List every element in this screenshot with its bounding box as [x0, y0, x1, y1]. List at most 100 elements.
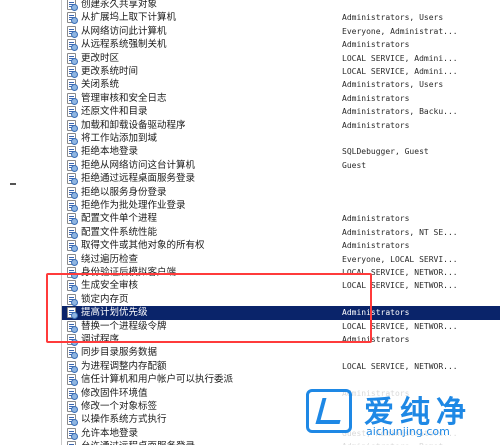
policy-name: 管理审核和安全日志: [81, 92, 167, 104]
user-rights-policy-list: 创建永久共享对象 从扩展坞上取下计算机 Administrators, Users 从…: [62, 0, 500, 445]
policy-row[interactable]: 从扩展坞上取下计算机 Administrators, Users: [62, 11, 500, 25]
security-setting: Everyone, Administrat...: [342, 26, 458, 36]
security-setting: Guest: [342, 160, 367, 170]
policy-name: 拒绝通过远程桌面服务登录: [81, 173, 196, 185]
policy-name: 拒绝以服务身份登录: [81, 186, 167, 198]
policy-name: 允许通过远程桌面服务登录: [81, 440, 195, 445]
policy-icon: [67, 92, 78, 105]
policy-name: 更改系统时间: [81, 66, 139, 77]
security-setting: LOCAL SERVICE, Admini...: [342, 67, 458, 76]
policy-name: 锁定内存页: [81, 293, 129, 305]
policy-name: 配置文件系统性能: [81, 226, 158, 238]
security-setting: Everyone, LOCAL SERVI...: [342, 254, 458, 264]
policy-name: 将工作站添加到域: [81, 133, 158, 144]
policy-icon: [67, 12, 78, 25]
policy-row[interactable]: 替换一个进程级令牌 LOCAL SERVICE, NETWOR...: [62, 320, 500, 333]
security-setting: LOCAL SERVICE, NETWOR...: [342, 321, 458, 331]
policy-row[interactable]: 将工作站添加到域: [62, 132, 500, 145]
security-setting: Administrators, NT SE...: [342, 227, 458, 237]
policy-row[interactable]: 拒绝从网络访问这台计算机 Guest: [62, 159, 500, 172]
policy-icon: [67, 133, 78, 145]
security-setting: Administrators, Backu...: [342, 107, 458, 117]
policy-icon: [67, 66, 78, 78]
policy-row[interactable]: 同步目录服务数据: [62, 346, 500, 360]
policy-name: 身份验证后模拟客户端: [81, 267, 177, 278]
policy-row[interactable]: 生成安全审核 LOCAL SERVICE, NETWOR...: [62, 279, 500, 293]
policy-name: 允许本地登录: [81, 427, 139, 439]
policy-row[interactable]: 拒绝本地登录 SQLDebugger, Guest: [62, 145, 500, 159]
policy-icon: [67, 360, 78, 373]
policy-icon: [67, 213, 78, 226]
policy-name: 提高计划优先级: [81, 307, 148, 319]
policy-row[interactable]: 管理审核和安全日志 Administrators: [62, 92, 500, 105]
policy-icon: [67, 173, 78, 186]
policy-row[interactable]: 绕过遍历检查 Everyone, LOCAL SERVI...: [62, 253, 500, 266]
security-setting: Administrators: [342, 93, 410, 103]
policy-icon: [67, 387, 78, 400]
policy-name: 拒绝作为批处理作业登录: [81, 200, 186, 211]
policy-icon: [67, 106, 78, 119]
policy-icon: [67, 401, 78, 413]
policy-row[interactable]: 调试程序 Administrators: [62, 333, 500, 346]
policy-icon: [67, 267, 78, 279]
policy-row[interactable]: 拒绝以服务身份登录: [62, 186, 500, 199]
policy-row[interactable]: 为进程调整内存配额 LOCAL SERVICE, NETWOR...: [62, 360, 500, 373]
policy-row[interactable]: 从远程系统强制关机 Administrators: [62, 38, 500, 52]
policy-row[interactable]: 身份验证后模拟客户端 LOCAL SERVICE, NETWOR...: [62, 266, 500, 279]
security-setting: Administrators: [342, 308, 410, 318]
policy-name: 从远程系统强制关机: [81, 39, 167, 51]
policy-row[interactable]: 更改时区 LOCAL SERVICE, Admini...: [62, 52, 500, 65]
security-setting: Administrators: [342, 335, 410, 344]
policy-icon: [67, 427, 78, 440]
policy-icon: [67, 347, 78, 360]
security-setting: LOCAL SERVICE, NETWOR...: [342, 268, 458, 277]
policy-row[interactable]: 创建永久共享对象: [62, 0, 500, 11]
policy-name: 修改固件环境值: [81, 387, 148, 399]
policy-name: 同步目录服务数据: [81, 347, 158, 359]
policy-name: 关闭系统: [81, 79, 120, 91]
policy-icon: [67, 414, 78, 427]
policy-icon: [67, 253, 78, 266]
policy-name: 从网络访问此计算机: [81, 25, 167, 37]
policy-row[interactable]: 锁定内存页: [62, 293, 500, 306]
policy-name: 修改一个对象标签: [81, 401, 158, 412]
policy-icon: [67, 79, 78, 92]
policy-row[interactable]: 拒绝作为批处理作业登录: [62, 199, 500, 212]
policy-row[interactable]: 还原文件和目录 Administrators, Backu...: [62, 105, 500, 119]
policy-icon: [67, 334, 78, 346]
policy-name: 为进程调整内存配额: [81, 360, 167, 372]
security-setting: SQLDebugger, Guest: [342, 147, 429, 157]
policy-icon: [67, 186, 78, 199]
security-setting: Administrators: [342, 214, 410, 224]
policy-icon: [67, 119, 78, 132]
policy-name: 更改时区: [81, 52, 120, 64]
policy-name: 拒绝本地登录: [81, 146, 139, 158]
security-setting: Administrators, Users: [342, 13, 444, 23]
policy-name: 绕过遍历检查: [81, 253, 139, 265]
policy-name: 生成安全审核: [81, 280, 139, 292]
policy-icon: [67, 293, 78, 306]
policy-row[interactable]: 更改系统时间 LOCAL SERVICE, Admini...: [62, 65, 500, 78]
policy-icon: [67, 226, 78, 239]
security-setting: Administrators: [342, 241, 410, 251]
policy-row[interactable]: 配置文件单个进程 Administrators: [62, 212, 500, 226]
policy-row[interactable]: 从网络访问此计算机 Everyone, Administrat...: [62, 25, 500, 38]
policy-row[interactable]: 取得文件或其他对象的所有权 Administrators: [62, 239, 500, 253]
policy-icon: [67, 146, 78, 159]
security-setting: LOCAL SERVICE, NETWOR...: [342, 361, 458, 371]
policy-name: 从扩展坞上取下计算机: [81, 12, 177, 24]
policy-name: 取得文件或其他对象的所有权: [81, 240, 205, 252]
policy-name: 替换一个进程级令牌: [81, 320, 167, 332]
policy-icon: [67, 52, 78, 65]
policy-row[interactable]: 配置文件系统性能 Administrators, NT SE...: [62, 226, 500, 239]
policy-row[interactable]: 关闭系统 Administrators, Users: [62, 78, 500, 92]
security-setting: LOCAL SERVICE, NETWOR...: [342, 281, 458, 291]
policy-name: 还原文件和目录: [81, 106, 148, 118]
policy-name: 以操作系统方式执行: [81, 414, 167, 426]
security-setting: LOCAL SERVICE, Admini...: [342, 53, 458, 63]
policy-row[interactable]: 提高计划优先级 Administrators: [62, 306, 500, 320]
policy-row[interactable]: 拒绝通过远程桌面服务登录: [62, 172, 500, 186]
security-setting: Administrators, Users: [342, 80, 444, 90]
policy-icon: [67, 441, 76, 445]
policy-row[interactable]: 加载和卸载设备驱动程序 Administrators: [62, 119, 500, 132]
